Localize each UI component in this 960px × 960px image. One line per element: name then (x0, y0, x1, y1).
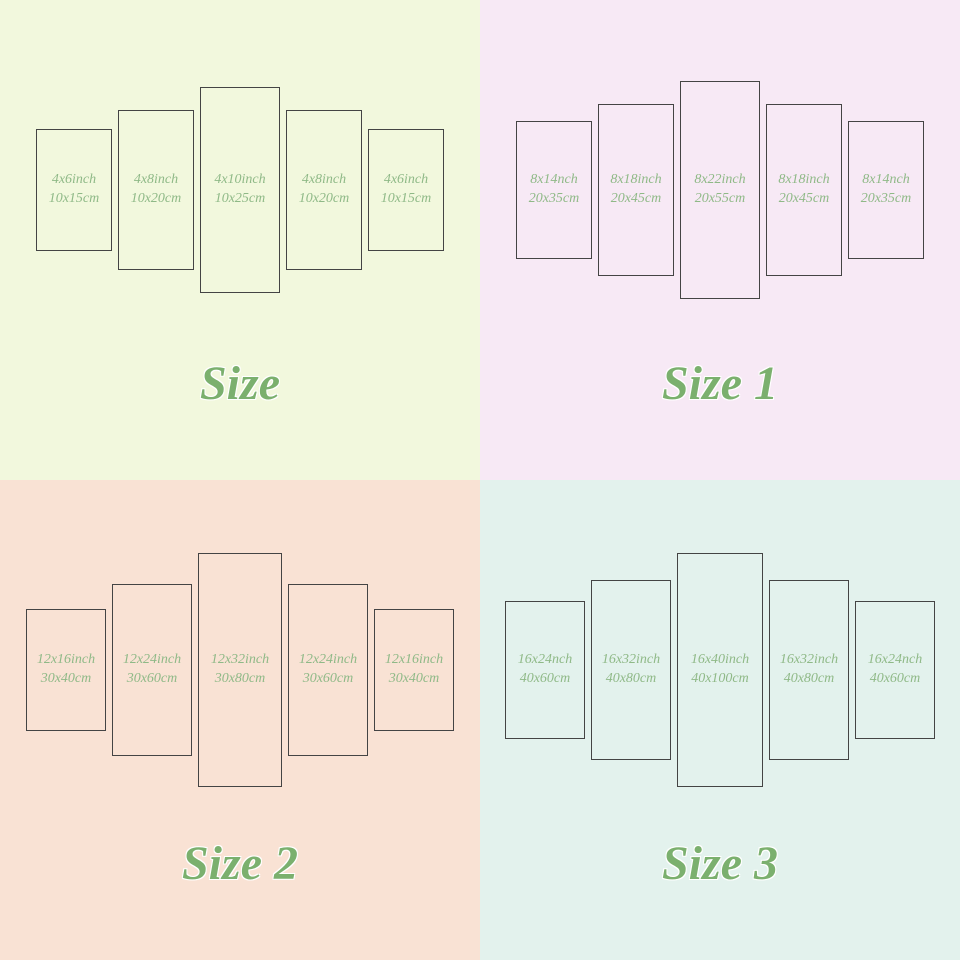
panel-frame: 4x6inch10x15cm (36, 129, 112, 251)
panel-frame: 12x32inch30x80cm (198, 553, 282, 787)
panel-cm-label: 10x15cm (49, 190, 100, 209)
panel-frame: 8x14nch20x35cm (516, 121, 592, 259)
panel-cm-label: 10x15cm (381, 190, 432, 209)
panel-cm-label: 30x40cm (389, 670, 440, 689)
panel-inch-label: 16x32inch (780, 651, 838, 670)
panel-row: 16x24nch40x60cm16x32inch40x80cm16x40inch… (505, 540, 935, 800)
panel-frame: 16x32inch40x80cm (591, 580, 671, 760)
panel-inch-label: 12x32inch (211, 651, 269, 670)
panel-cm-label: 10x20cm (299, 190, 350, 209)
panel-cm-label: 40x60cm (520, 670, 571, 689)
panel-frame: 12x24inch30x60cm (288, 584, 368, 756)
panel-frame: 4x8inch10x20cm (118, 110, 194, 270)
panel-inch-label: 12x24inch (299, 651, 357, 670)
panel-inch-label: 4x8inch (134, 171, 178, 190)
panel-cm-label: 40x60cm (870, 670, 921, 689)
panel-inch-label: 8x22inch (694, 171, 745, 190)
panel-cm-label: 20x45cm (779, 190, 830, 209)
size-quadrant-0: 4x6inch10x15cm4x8inch10x20cm4x10inch10x2… (0, 0, 480, 480)
panel-frame: 8x22inch20x55cm (680, 81, 760, 299)
panel-inch-label: 8x14nch (862, 171, 909, 190)
panel-frame: 12x16inch30x40cm (26, 609, 106, 731)
size-title: Size 2 (182, 836, 298, 891)
panel-inch-label: 12x16inch (385, 651, 443, 670)
panel-cm-label: 10x20cm (131, 190, 182, 209)
panel-frame: 8x18inch20x45cm (766, 104, 842, 276)
panel-cm-label: 40x80cm (784, 670, 835, 689)
panel-cm-label: 20x35cm (529, 190, 580, 209)
panel-inch-label: 4x6inch (52, 171, 96, 190)
panel-frame: 16x24nch40x60cm (505, 601, 585, 739)
panel-cm-label: 30x60cm (303, 670, 354, 689)
panel-inch-label: 16x40inch (691, 651, 749, 670)
panel-cm-label: 30x60cm (127, 670, 178, 689)
panel-inch-label: 4x6inch (384, 171, 428, 190)
size-title: Size 1 (662, 356, 778, 411)
panel-cm-label: 30x80cm (215, 670, 266, 689)
size-quadrant-1: 8x14nch20x35cm8x18inch20x45cm8x22inch20x… (480, 0, 960, 480)
panel-frame: 8x14nch20x35cm (848, 121, 924, 259)
panel-frame: 12x24inch30x60cm (112, 584, 192, 756)
panel-row: 4x6inch10x15cm4x8inch10x20cm4x10inch10x2… (36, 60, 444, 320)
panel-frame: 16x40inch40x100cm (677, 553, 763, 787)
panel-inch-label: 8x14nch (530, 171, 577, 190)
panel-frame: 4x10inch10x25cm (200, 87, 280, 293)
panel-inch-label: 4x8inch (302, 171, 346, 190)
size-quadrant-2: 12x16inch30x40cm12x24inch30x60cm12x32inc… (0, 480, 480, 960)
panel-inch-label: 16x24nch (868, 651, 922, 670)
panel-frame: 4x8inch10x20cm (286, 110, 362, 270)
panel-inch-label: 16x32inch (602, 651, 660, 670)
panel-cm-label: 10x25cm (215, 190, 266, 209)
panel-inch-label: 4x10inch (214, 171, 265, 190)
panel-cm-label: 20x35cm (861, 190, 912, 209)
panel-inch-label: 8x18inch (778, 171, 829, 190)
panel-inch-label: 12x16inch (37, 651, 95, 670)
panel-cm-label: 30x40cm (41, 670, 92, 689)
panel-cm-label: 20x55cm (695, 190, 746, 209)
panel-row: 12x16inch30x40cm12x24inch30x60cm12x32inc… (26, 540, 454, 800)
panel-inch-label: 16x24nch (518, 651, 572, 670)
panel-cm-label: 20x45cm (611, 190, 662, 209)
panel-inch-label: 8x18inch (610, 171, 661, 190)
panel-cm-label: 40x80cm (606, 670, 657, 689)
panel-cm-label: 40x100cm (691, 670, 749, 689)
panel-row: 8x14nch20x35cm8x18inch20x45cm8x22inch20x… (516, 60, 924, 320)
size-quadrant-3: 16x24nch40x60cm16x32inch40x80cm16x40inch… (480, 480, 960, 960)
panel-inch-label: 12x24inch (123, 651, 181, 670)
size-title: Size 3 (662, 836, 778, 891)
panel-frame: 12x16inch30x40cm (374, 609, 454, 731)
panel-frame: 16x24nch40x60cm (855, 601, 935, 739)
size-title: Size (200, 356, 280, 411)
panel-frame: 4x6inch10x15cm (368, 129, 444, 251)
panel-frame: 8x18inch20x45cm (598, 104, 674, 276)
panel-frame: 16x32inch40x80cm (769, 580, 849, 760)
